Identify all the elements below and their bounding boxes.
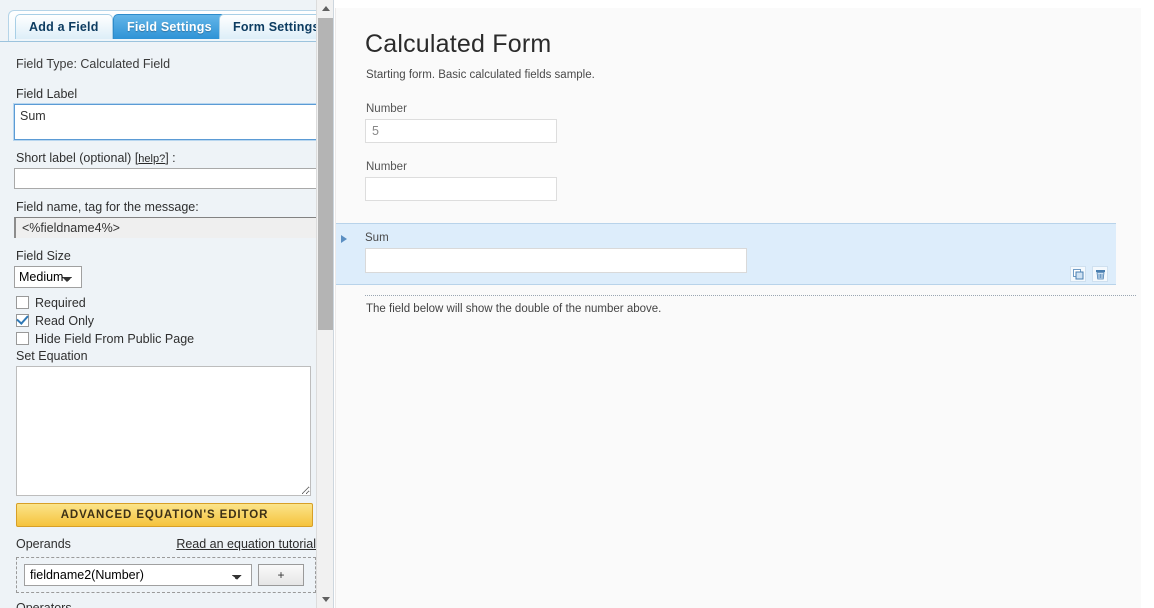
checkbox-row-hide-field[interactable]: Hide Field From Public Page: [14, 330, 320, 347]
triangle-up-icon[interactable]: [317, 0, 333, 17]
short-label-help-link[interactable]: help?: [138, 153, 165, 165]
operators-label: Operators: [16, 601, 72, 608]
form-preview-inner: Calculated Form Starting form. Basic cal…: [336, 8, 1141, 315]
form-preview-area: Calculated Form Starting form. Basic cal…: [335, 0, 1154, 608]
required-label: Required: [35, 295, 86, 310]
read-only-checkbox[interactable]: [16, 314, 29, 327]
tab-add-a-field[interactable]: Add a Field: [15, 14, 113, 39]
field-label-input[interactable]: [13, 103, 318, 141]
operands-label: Operands: [16, 537, 71, 551]
trash-icon[interactable]: [1092, 266, 1108, 282]
number-1-label: Number: [366, 103, 407, 115]
selected-calculated-field-block[interactable]: Sum: [336, 223, 1116, 285]
hide-field-label: Hide Field From Public Page: [35, 331, 195, 346]
field-name-tag-input[interactable]: [14, 217, 317, 238]
sidebar-tabbar: Add a Field Field Settings Form Settings…: [0, 8, 333, 42]
sum-field-input[interactable]: [365, 248, 747, 273]
number-1-input[interactable]: [365, 119, 557, 143]
field-tools: [1070, 266, 1108, 282]
operand-select[interactable]: fieldname2(Number): [24, 564, 252, 586]
sum-field-label: Sum: [365, 232, 389, 244]
hide-field-checkbox[interactable]: [16, 332, 29, 345]
dotted-separator: [365, 295, 1136, 296]
set-equation-input[interactable]: [16, 366, 311, 496]
checkbox-row-required[interactable]: Required: [14, 294, 320, 311]
page-title: Calculated Form: [365, 30, 552, 58]
triangle-down-icon[interactable]: [317, 591, 333, 608]
field-size-label: Field Size: [16, 249, 71, 263]
field-settings-panel: Field Type: Calculated Field Field Label…: [0, 42, 333, 608]
tab-strip: Add a Field Field Settings Form Settings…: [8, 10, 333, 41]
field-note: The field below will show the double of …: [366, 303, 662, 315]
sidebar-content: Add a Field Field Settings Form Settings…: [0, 0, 333, 608]
short-label-label: Short label (optional) [help?] :: [16, 151, 320, 165]
operands-header-row: Operands Read an equation tutorial: [16, 537, 316, 551]
advanced-equation-editor-button[interactable]: ADVANCED EQUATION'S EDITOR: [16, 503, 313, 527]
required-checkbox[interactable]: [16, 296, 29, 309]
short-label-input[interactable]: [14, 168, 317, 189]
field-size-select[interactable]: Medium: [14, 266, 82, 288]
equation-tutorial-link[interactable]: Read an equation tutorial: [176, 537, 316, 551]
field-type-text: Field Type: Calculated Field: [16, 57, 171, 71]
short-label-prefix: Short label (optional) [: [16, 151, 139, 165]
sidebar-scrollbar[interactable]: [316, 0, 333, 608]
form-preview-panel: Calculated Form Starting form. Basic cal…: [335, 8, 1141, 608]
short-label-suffix: ] :: [165, 151, 176, 165]
field-name-label: Field name, tag for the message:: [16, 200, 199, 214]
number-2-input[interactable]: [365, 177, 557, 201]
scrollbar-thumb[interactable]: [318, 18, 333, 330]
duplicate-icon[interactable]: [1070, 266, 1086, 282]
field-settings-sidebar: Add a Field Field Settings Form Settings…: [0, 0, 334, 608]
field-label-label: Field Label: [16, 87, 78, 101]
app-root: Add a Field Field Settings Form Settings…: [0, 0, 1154, 608]
triangle-right-icon: [341, 235, 347, 243]
set-equation-label: Set Equation: [16, 349, 88, 363]
add-operand-button[interactable]: +: [258, 564, 304, 586]
checkbox-row-read-only[interactable]: Read Only: [14, 312, 320, 329]
form-subtitle: Starting form. Basic calculated fields s…: [366, 69, 595, 81]
number-2-label: Number: [366, 161, 407, 173]
form-field-number-1: Number: [365, 103, 1141, 143]
operands-picker: fieldname2(Number) +: [16, 557, 316, 593]
tab-field-settings[interactable]: Field Settings: [113, 14, 226, 39]
read-only-label: Read Only: [35, 313, 95, 328]
form-field-number-2: Number: [365, 161, 1141, 201]
